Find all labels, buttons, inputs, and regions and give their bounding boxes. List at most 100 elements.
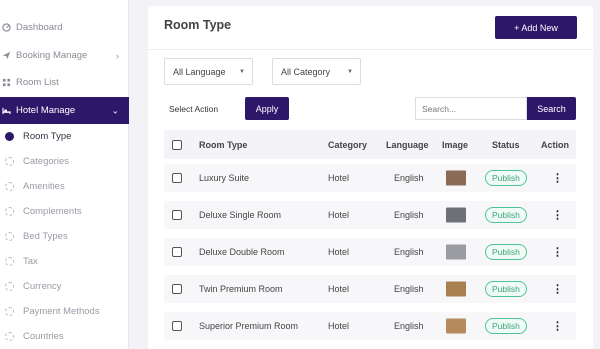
status-badge[interactable]: Publish <box>485 244 527 260</box>
sidebar-subitem-payment-methods[interactable]: Payment Methods <box>0 299 129 324</box>
status-badge[interactable]: Publish <box>485 281 527 297</box>
room-category: Hotel <box>328 210 350 220</box>
circle-icon <box>5 282 14 291</box>
room-type-name[interactable]: Superior Premium Room <box>199 321 298 331</box>
sidebar-subitem-bed-types[interactable]: Bed Types <box>0 224 129 249</box>
chevron-right-icon: › <box>116 50 119 61</box>
circle-icon <box>5 232 14 241</box>
room-category: Hotel <box>328 284 350 294</box>
sidebar-subitem-tax[interactable]: Tax <box>0 249 129 274</box>
language-filter-select[interactable]: All Language ▼ <box>164 58 253 85</box>
circle-icon <box>5 157 14 166</box>
circle-icon <box>5 257 14 266</box>
room-type-name[interactable]: Twin Premium Room <box>199 284 283 294</box>
kebab-menu-icon[interactable]: ⋮ <box>552 283 563 296</box>
caret-down-icon: ▼ <box>239 68 245 75</box>
row-checkbox[interactable] <box>172 173 182 183</box>
sidebar-subitem-label: Amenities <box>23 181 65 192</box>
sidebar-item-label: Dashboard <box>16 22 63 33</box>
category-filter-value: All Category <box>281 66 331 77</box>
sidebar-item-room-list[interactable]: Room List <box>0 70 129 95</box>
sidebar-item-booking-manage[interactable]: Booking Manage › <box>0 43 129 68</box>
language-filter-value: All Language <box>173 66 226 77</box>
sidebar-subitem-label: Currency <box>23 281 62 292</box>
sidebar-item-label: Booking Manage <box>16 50 88 61</box>
sidebar-subitem-complements[interactable]: Complements <box>0 199 129 224</box>
room-category: Hotel <box>328 247 350 257</box>
row-checkbox[interactable] <box>172 210 182 220</box>
status-badge[interactable]: Publish <box>485 170 527 186</box>
table-row: Luxury Suite Hotel English Publish ⋮ <box>164 164 576 192</box>
table-row: Superior Premium Room Hotel English Publ… <box>164 312 576 340</box>
table-row: Deluxe Single Room Hotel English Publish… <box>164 201 576 229</box>
sidebar-subitem-room-type[interactable]: Room Type <box>0 124 129 149</box>
sidebar-subitem-label: Payment Methods <box>23 306 100 317</box>
room-category: Hotel <box>328 173 350 183</box>
status-badge[interactable]: Publish <box>485 207 527 223</box>
table-row: Twin Premium Room Hotel English Publish … <box>164 275 576 303</box>
room-type-name[interactable]: Luxury Suite <box>199 173 249 183</box>
room-type-name[interactable]: Deluxe Single Room <box>199 210 281 220</box>
room-category: Hotel <box>328 321 350 331</box>
room-thumbnail <box>446 244 466 260</box>
circle-icon <box>5 307 14 316</box>
room-thumbnail <box>446 318 466 334</box>
status-badge[interactable]: Publish <box>485 318 527 334</box>
caret-down-icon: ▼ <box>347 68 353 75</box>
bed-icon <box>2 106 11 115</box>
row-checkbox[interactable] <box>172 284 182 294</box>
sidebar-subitem-countries[interactable]: Countries <box>0 324 129 349</box>
sidebar-item-label: Hotel Manage <box>16 105 76 116</box>
room-type-card: Room Type + Add New All Language ▼ All C… <box>148 6 593 349</box>
circle-icon <box>5 207 14 216</box>
room-language: English <box>394 247 424 257</box>
category-filter-select[interactable]: All Category ▼ <box>272 58 361 85</box>
sidebar-subitem-label: Complements <box>23 206 82 217</box>
header-language[interactable]: Language <box>386 140 429 150</box>
search-button[interactable]: Search <box>527 97 576 120</box>
room-thumbnail <box>446 281 466 297</box>
sidebar-subitem-label: Room Type <box>23 131 72 142</box>
kebab-menu-icon[interactable]: ⋮ <box>552 172 563 185</box>
add-new-button[interactable]: + Add New <box>495 16 577 39</box>
kebab-menu-icon[interactable]: ⋮ <box>552 209 563 222</box>
room-thumbnail <box>446 207 466 223</box>
sidebar-subitem-label: Categories <box>23 156 69 167</box>
search-input[interactable]: Search... <box>415 97 527 120</box>
bullet-icon <box>5 132 14 141</box>
row-checkbox[interactable] <box>172 247 182 257</box>
room-language: English <box>394 173 424 183</box>
select-all-checkbox[interactable] <box>172 139 182 150</box>
room-thumbnail <box>446 170 466 186</box>
header-status[interactable]: Status <box>492 140 520 150</box>
sidebar-subitem-currency[interactable]: Currency <box>0 274 129 299</box>
bulk-action-select[interactable]: Select Action <box>164 97 244 120</box>
room-language: English <box>394 210 424 220</box>
sidebar-subitem-label: Tax <box>23 256 38 267</box>
sidebar: Dashboard Booking Manage › Room List Hot… <box>0 0 129 349</box>
divider <box>148 49 593 50</box>
dashboard-icon <box>2 23 11 32</box>
sidebar-item-hotel-manage[interactable]: Hotel Manage ⌄ <box>0 97 129 124</box>
kebab-menu-icon[interactable]: ⋮ <box>552 246 563 259</box>
header-category[interactable]: Category <box>328 140 367 150</box>
room-language: English <box>394 321 424 331</box>
room-language: English <box>394 284 424 294</box>
apply-button[interactable]: Apply <box>245 97 289 120</box>
paper-plane-icon <box>2 51 11 60</box>
sidebar-subitem-amenities[interactable]: Amenities <box>0 174 129 199</box>
table-row: Deluxe Double Room Hotel English Publish… <box>164 238 576 266</box>
sidebar-item-dashboard[interactable]: Dashboard <box>0 15 129 40</box>
sidebar-item-label: Room List <box>16 77 59 88</box>
sidebar-subitem-categories[interactable]: Categories <box>0 149 129 174</box>
sidebar-subitem-label: Bed Types <box>23 231 68 242</box>
room-type-name[interactable]: Deluxe Double Room <box>199 247 285 257</box>
table-header: Room Type Category Language Image Status… <box>164 130 576 159</box>
header-image: Image <box>442 139 469 150</box>
chevron-down-icon: ⌄ <box>111 105 119 115</box>
grid-icon <box>2 78 11 87</box>
kebab-menu-icon[interactable]: ⋮ <box>552 320 563 333</box>
header-room-type[interactable]: Room Type <box>199 140 247 150</box>
row-checkbox[interactable] <box>172 321 182 331</box>
header-action: Action <box>541 139 569 150</box>
